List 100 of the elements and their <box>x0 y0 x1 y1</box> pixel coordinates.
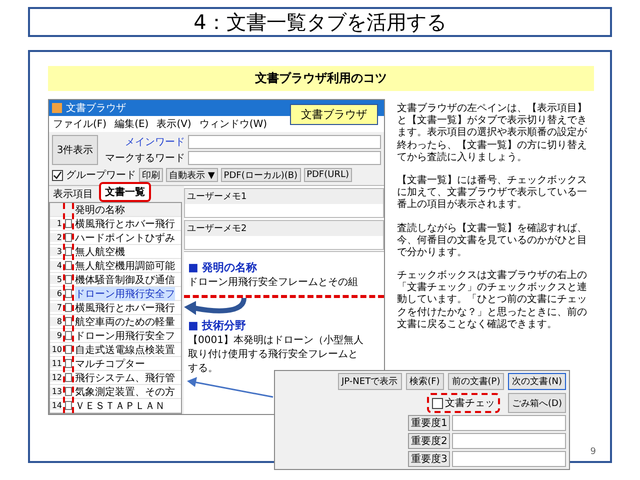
checkbox-label: グループワード <box>66 168 136 182</box>
checkbox[interactable] <box>65 387 72 396</box>
toolbar-button[interactable]: PDF(URL) <box>304 168 352 182</box>
checkbox[interactable] <box>65 303 72 312</box>
input-field[interactable] <box>452 451 566 467</box>
list-row[interactable]: 6 ドローン用飛行安全フ <box>50 287 181 301</box>
list-row[interactable]: 14 ＶＥＳＴＡＰＬＡＮ <box>50 399 181 413</box>
list-row[interactable]: 1 横風飛行とホバー飛行 <box>50 217 181 231</box>
checkbox[interactable] <box>65 219 72 228</box>
list-row[interactable]: 10 自走式送電線点検装置 <box>50 343 181 357</box>
body-text: する。 <box>188 362 219 375</box>
list-row[interactable]: 11 マルチコプター <box>50 357 181 371</box>
document-title: ハードポイントひずみ <box>75 232 175 244</box>
section-heading: 文書ブラウザ利用のコツ <box>48 66 594 91</box>
list-row[interactable]: 13 気象測定装置、その方 <box>50 385 181 399</box>
importance-label: 重要度3 <box>408 451 450 467</box>
checkbox[interactable] <box>65 401 72 410</box>
checkbox[interactable] <box>65 331 72 340</box>
document-title: 横風飛行とホバー飛行 <box>75 302 175 314</box>
row-number: 5 <box>50 275 62 284</box>
section-title: ■ 発明の名称 <box>188 260 258 275</box>
paragraph: チェックボックスは文書ブラウザの右上の「文書チェック」のチェックボックスと連動しています。「ひとつ前の文書にチェックを付けたかな？」と思ったときに、前の文書に戻ることなく確認できます。 <box>397 270 588 331</box>
row-number: 7 <box>50 303 62 312</box>
paragraph: 文書ブラウザの左ペインは、【表示項目】と【文書一覧】がタブで表示切り替えできます。表示項目の選択や表示順番の設定が終わったら、【文書一覧】の方に切り替えてから査読に入りましょう。 <box>397 103 588 164</box>
toolbar-button[interactable]: PDF(ローカル)(B) <box>220 168 301 182</box>
document-title: マルチコプター <box>75 358 145 370</box>
document-title: ドローン用飛行安全フ <box>75 330 175 342</box>
paragraph: 査読しながら【文書一覧】を確認すれば、今、何番目の文書を見ているのかがひと目で分かります。 <box>397 222 588 260</box>
row-number: 3 <box>50 247 62 256</box>
checkbox[interactable] <box>65 289 72 298</box>
document-title: ＶＥＳＴＡＰＬＡＮ <box>75 400 165 412</box>
checkbox[interactable] <box>65 261 72 270</box>
body-text: ドローン用飛行安全フレームとその組 <box>188 276 359 289</box>
tab[interactable]: 文書一覧 <box>99 182 151 202</box>
tab[interactable]: 表示項目 <box>49 186 97 202</box>
row-number: 2 <box>50 233 62 242</box>
input-field[interactable] <box>188 135 381 149</box>
importance-label: 重要度2 <box>408 433 450 449</box>
list-row[interactable]: 9 ドローン用飛行安全フ <box>50 329 181 343</box>
toolbar-button[interactable]: 前の文書(P) <box>448 373 504 390</box>
toolbar-button[interactable]: JP-NETで表示 <box>338 373 402 390</box>
input-field[interactable] <box>188 151 381 165</box>
column-header: 発明の名称 <box>75 204 125 216</box>
input-field[interactable] <box>452 433 566 449</box>
document-title: 気象測定装置、その方 <box>75 386 175 398</box>
toolbar-button[interactable]: 自動表示 ▼ <box>166 168 218 182</box>
count-button[interactable]: 3件表示 <box>52 135 98 165</box>
memo-field[interactable]: ユーザーメモ2 <box>184 220 384 250</box>
document-title: 飛行システム、飛行管 <box>75 372 175 384</box>
doc-check-checkbox[interactable]: 文書チェッ <box>427 393 500 413</box>
row-number: 4 <box>50 261 62 270</box>
list-row[interactable]: 3 無人航空機 <box>50 245 181 259</box>
row-number: 13 <box>50 387 62 396</box>
memo-field[interactable]: ユーザーメモ1 <box>184 188 384 218</box>
checkbox[interactable] <box>65 275 72 284</box>
field-label: マークするワード <box>104 152 185 165</box>
document-title: 機体騒音制御及び通信 <box>75 274 175 286</box>
row-number: 12 <box>50 373 62 382</box>
checkbox[interactable] <box>65 345 72 354</box>
row-number: 10 <box>50 345 62 354</box>
app-icon <box>52 103 62 113</box>
memo-label: ユーザーメモ2 <box>185 221 383 236</box>
checkbox[interactable] <box>65 373 72 382</box>
memo-label: ユーザーメモ1 <box>185 189 383 204</box>
row-number: 9 <box>50 331 62 340</box>
checkbox[interactable] <box>65 359 72 368</box>
importance-label: 重要度1 <box>408 415 450 431</box>
document-title: 航空車両のための軽量 <box>75 316 175 328</box>
list-row[interactable]: 8 航空車両のための軽量 <box>50 315 181 329</box>
checkbox[interactable] <box>52 170 63 180</box>
toolbar-button[interactable]: 印刷 <box>139 168 163 182</box>
row-number: 6 <box>50 289 62 298</box>
toolbar-button[interactable]: 検索(F) <box>406 373 444 390</box>
checkbox[interactable] <box>65 247 72 256</box>
document-title: 無人航空機 <box>75 246 125 258</box>
page-number: 9 <box>590 447 596 457</box>
window-title: 文書ブラウザ <box>66 102 126 115</box>
trash-button[interactable]: ごみ箱へ(D) <box>508 393 566 413</box>
document-title: 自走式送電線点検装置 <box>75 344 175 356</box>
toolbar-button[interactable]: 次の文書(N) <box>508 373 566 390</box>
section-title: ■ 技術分野 <box>188 318 248 333</box>
row-number: 8 <box>50 317 62 326</box>
checkbox[interactable] <box>65 317 72 326</box>
menu-item[interactable]: ウィンドウ(W) <box>199 117 268 131</box>
list-row[interactable]: 12 飛行システム、飛行管 <box>50 371 181 385</box>
menu-item[interactable]: 表示(V) <box>156 117 192 131</box>
body-text: 【0001】本発明はドローン（小型無人 <box>188 334 364 347</box>
body-text: 取り付け使用する飛行安全フレームと <box>188 348 359 361</box>
row-number: 14 <box>50 401 62 410</box>
list-row[interactable]: 2 ハードポイントひずみ <box>50 231 181 245</box>
curved-arrow <box>184 298 247 318</box>
menu-item[interactable]: ファイル(F) <box>53 117 107 131</box>
list-row[interactable]: 4 無人航空機用調節可能 <box>50 259 181 273</box>
row-number: 1 <box>50 219 62 228</box>
checkbox[interactable] <box>65 233 72 242</box>
list-row[interactable]: 7 横風飛行とホバー飛行 <box>50 301 181 315</box>
paragraph: 【文書一覧】には番号、チェックボックスに加えて、文書ブラウザで表示している一番上の項目が表示されます。 <box>397 174 588 212</box>
input-field[interactable] <box>452 415 566 431</box>
menu-item[interactable]: 編集(E) <box>114 117 149 131</box>
document-title: 横風飛行とホバー飛行 <box>75 218 175 230</box>
